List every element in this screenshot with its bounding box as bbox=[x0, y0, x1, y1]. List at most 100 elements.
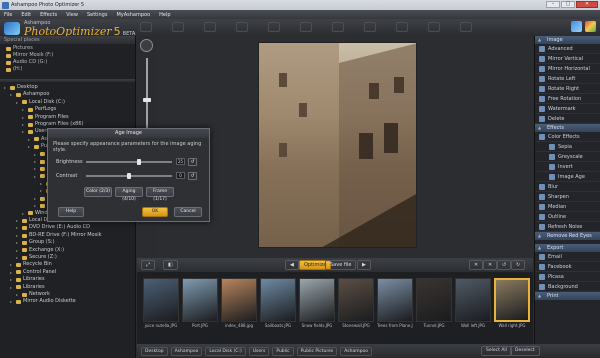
special-place-item[interactable]: (H:) bbox=[6, 66, 129, 73]
maximize-button[interactable]: □ bbox=[561, 1, 575, 8]
tool-item[interactable]: Picasa bbox=[535, 272, 600, 282]
breadcrumb-item[interactable]: Local Disk (C:) bbox=[205, 346, 246, 356]
thumbnail[interactable]: Stonewall.JPG bbox=[338, 278, 374, 330]
expand-arrow-icon[interactable]: ▸ bbox=[10, 298, 14, 305]
toolbar-tool-icon[interactable] bbox=[428, 22, 440, 32]
tree-item[interactable]: ▸ Recycle Bin bbox=[4, 261, 131, 268]
tree-item[interactable]: ▸ Exchange (X:) bbox=[4, 247, 131, 254]
expand-arrow-icon[interactable]: ▸ bbox=[34, 165, 38, 172]
deselect-button[interactable]: Deselect bbox=[510, 346, 540, 356]
tool-item[interactable]: Advanced bbox=[535, 44, 600, 54]
compare-icon[interactable]: ◧ bbox=[163, 260, 178, 270]
remove-red-eyes-header[interactable]: Remove Red Eyes bbox=[535, 232, 600, 240]
export-section-header[interactable]: Export bbox=[535, 244, 600, 252]
zoom-slider-thumb[interactable] bbox=[143, 98, 151, 102]
expand-arrow-icon[interactable]: ▸ bbox=[22, 128, 26, 135]
tool-item[interactable]: Invert bbox=[535, 162, 600, 172]
brightness-slider-thumb[interactable] bbox=[136, 158, 141, 165]
toolbar-tool-icon[interactable] bbox=[332, 22, 344, 32]
menu-help[interactable]: Help bbox=[159, 12, 170, 18]
menu-myashampoo[interactable]: MyAshampoo bbox=[116, 12, 150, 18]
tree-item[interactable]: ▸ Libraries bbox=[4, 276, 131, 283]
tool-item[interactable]: Outline bbox=[535, 212, 600, 222]
delete-icon[interactable]: ✕ bbox=[469, 260, 484, 270]
tool-item[interactable]: Facebook bbox=[535, 262, 600, 272]
undo-icon[interactable]: ↺ bbox=[497, 260, 512, 270]
thumbnail[interactable]: index_488.jpg bbox=[221, 278, 257, 330]
expand-arrow-icon[interactable]: ▸ bbox=[10, 261, 14, 268]
tool-item[interactable]: Mirror Horizontal bbox=[535, 64, 600, 74]
tree-item[interactable]: ▸ Local Disk (C:) bbox=[4, 99, 131, 106]
color-tab[interactable]: Color (2/3) bbox=[84, 187, 112, 197]
tool-item[interactable]: Greyscale bbox=[535, 152, 600, 162]
tree-item[interactable]: ▸ Libraries bbox=[4, 284, 131, 291]
select-all-button[interactable]: Select All bbox=[481, 346, 512, 356]
tool-item[interactable]: Median bbox=[535, 202, 600, 212]
contrast-reset-icon[interactable]: ↺ bbox=[188, 171, 197, 180]
tool-item[interactable]: Watermark bbox=[535, 104, 600, 114]
tree-item[interactable]: ▸ Group (S:) bbox=[4, 239, 131, 246]
brightness-slider[interactable] bbox=[86, 158, 172, 165]
expand-arrow-icon[interactable]: ▸ bbox=[16, 291, 20, 298]
expand-arrow-icon[interactable]: ▸ bbox=[10, 284, 14, 291]
tool-item[interactable]: Background bbox=[535, 282, 600, 292]
expand-arrow-icon[interactable]: ▸ bbox=[28, 143, 32, 150]
expand-arrow-icon[interactable]: ▸ bbox=[34, 202, 38, 209]
thumbnail[interactable]: Trees from Plane.JPG bbox=[377, 278, 413, 330]
menu-settings[interactable]: Settings bbox=[87, 12, 108, 18]
tree-item[interactable]: ▸ DVD Drive (E:) Audio CD bbox=[4, 224, 131, 231]
expand-arrow-icon[interactable]: ▸ bbox=[22, 210, 26, 217]
ashampoo-icon[interactable] bbox=[585, 21, 596, 32]
expand-arrow-icon[interactable]: ▸ bbox=[10, 91, 14, 98]
expand-arrow-icon[interactable]: ▸ bbox=[16, 239, 20, 246]
breadcrumb-item[interactable]: Desktop bbox=[141, 346, 168, 356]
thumbnail[interactable]: Wall left.JPG bbox=[455, 278, 491, 330]
menu-file[interactable]: File bbox=[4, 12, 12, 18]
breadcrumb-item[interactable]: Ashampoo bbox=[340, 346, 372, 356]
contrast-value[interactable]: 0 bbox=[176, 172, 185, 179]
redo-icon[interactable]: ↻ bbox=[511, 260, 526, 270]
tool-item[interactable]: Image Age bbox=[535, 172, 600, 182]
effects-section-header[interactable]: Effects bbox=[535, 124, 600, 132]
expand-arrow-icon[interactable]: ▸ bbox=[22, 121, 26, 128]
toolbar-tool-icon[interactable] bbox=[460, 22, 472, 32]
expand-arrow-icon[interactable]: ▸ bbox=[40, 180, 44, 187]
expand-arrow-icon[interactable]: ▸ bbox=[28, 136, 32, 143]
tool-item[interactable]: Refresh Noise bbox=[535, 222, 600, 232]
expand-arrow-icon[interactable]: ▸ bbox=[22, 106, 26, 113]
toolbar-tool-icon[interactable] bbox=[300, 22, 312, 32]
expand-arrow-icon[interactable]: ▸ bbox=[34, 151, 38, 158]
thumbnail[interactable]: Wall right.JPG bbox=[494, 278, 530, 330]
tree-item[interactable]: ▸ Network bbox=[4, 291, 131, 298]
tool-item[interactable]: Mirror Vertical bbox=[535, 54, 600, 64]
move-icon[interactable] bbox=[140, 39, 153, 52]
toolbar-tool-icon[interactable] bbox=[268, 22, 280, 32]
toolbar-tool-icon[interactable] bbox=[396, 22, 408, 32]
tree-item[interactable]: ▸ Desktop bbox=[4, 84, 131, 91]
expand-arrow-icon[interactable]: ▸ bbox=[16, 99, 20, 106]
thumbnail[interactable]: juice nutella.JPG bbox=[143, 278, 179, 330]
tool-item[interactable]: Rotate Right bbox=[535, 84, 600, 94]
tree-item[interactable]: ▸ Ashampoo bbox=[4, 91, 131, 98]
tool-item[interactable]: Sharpen bbox=[535, 192, 600, 202]
thumbnail[interactable]: Port.JPG bbox=[182, 278, 218, 330]
thumbnail[interactable]: Tunnel.JPG bbox=[416, 278, 452, 330]
reject-icon[interactable]: ✕ bbox=[483, 260, 498, 270]
expand-arrow-icon[interactable]: ▸ bbox=[16, 217, 20, 224]
tree-item[interactable]: ▸ Secure (Z:) bbox=[4, 254, 131, 261]
tool-item[interactable]: Color Effects bbox=[535, 132, 600, 142]
previous-button[interactable]: ◀ bbox=[285, 260, 299, 270]
tree-item[interactable]: ▸ BD-RE Drive (F:) Mirror Mosik bbox=[4, 232, 131, 239]
expand-arrow-icon[interactable]: ▸ bbox=[16, 254, 20, 261]
special-place-item[interactable]: Pictures bbox=[6, 45, 129, 52]
expand-arrow-icon[interactable]: ▸ bbox=[16, 224, 20, 231]
help-button[interactable]: Help bbox=[58, 207, 84, 217]
tool-item[interactable]: Free Rotation bbox=[535, 94, 600, 104]
brightness-reset-icon[interactable]: ↺ bbox=[188, 157, 197, 166]
thumbnail[interactable]: Sailboats.JPG bbox=[260, 278, 296, 330]
toolbar-tool-icon[interactable] bbox=[204, 22, 216, 32]
support-icon[interactable] bbox=[571, 21, 582, 32]
breadcrumb-item[interactable]: Users bbox=[248, 346, 270, 356]
menu-edit[interactable]: Edit bbox=[21, 12, 31, 18]
breadcrumb-item[interactable]: Public Pictures bbox=[296, 346, 338, 356]
